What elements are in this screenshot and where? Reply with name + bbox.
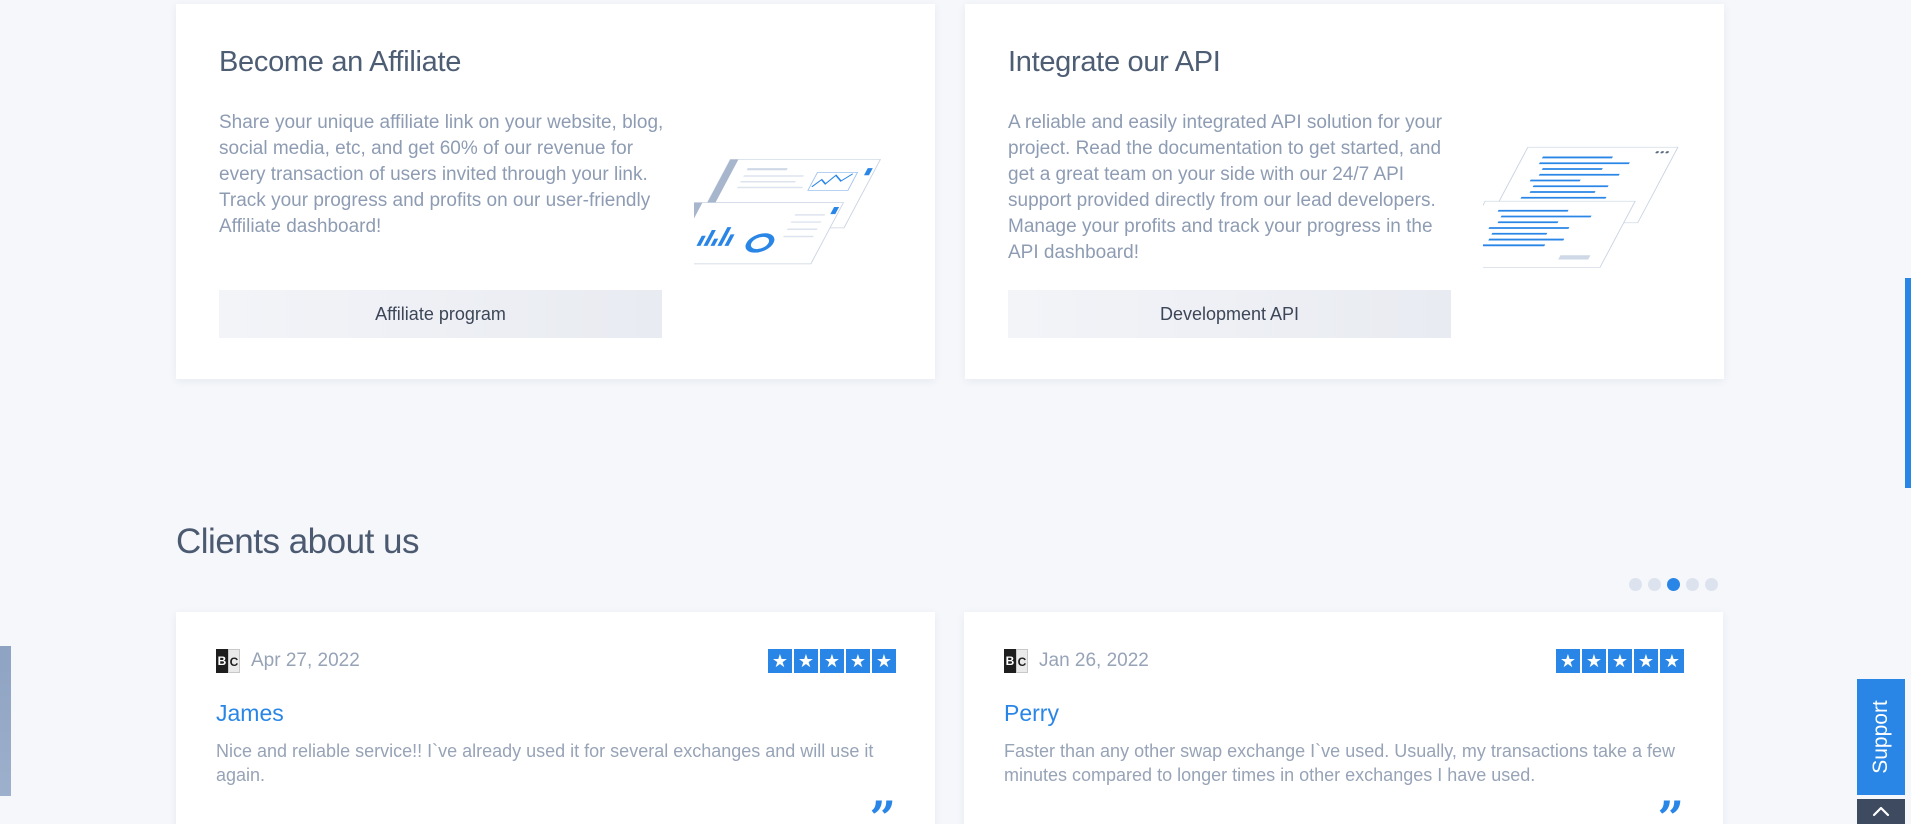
star-icon: ★: [872, 649, 896, 673]
reviewer-logo: B C: [216, 649, 240, 673]
reviewer-name: Perry: [1004, 700, 1059, 726]
quote-icon: ”: [1657, 795, 1684, 824]
pagination-dot-active[interactable]: [1667, 578, 1680, 591]
quote-icon: ”: [869, 795, 896, 824]
pagination-dot[interactable]: [1705, 578, 1718, 591]
star-icon: ★: [1608, 649, 1632, 673]
page-scrollbar-thumb[interactable]: [1905, 278, 1911, 488]
review-card: B C Apr 27, 2022 ★ ★ ★ ★ ★ James Nice an…: [176, 612, 935, 824]
pagination-dot[interactable]: [1648, 578, 1661, 591]
review-date: Jan 26, 2022: [1039, 650, 1149, 671]
review-text: Nice and reliable service!! I`ve already…: [216, 741, 874, 785]
code-documents-illustration-icon: [1483, 146, 1679, 268]
pagination-dot[interactable]: [1629, 578, 1642, 591]
api-card: Integrate our API A reliable and easily …: [965, 4, 1724, 379]
star-icon: ★: [794, 649, 818, 673]
affiliate-description: Share your unique affiliate link on your…: [219, 112, 664, 237]
star-rating: ★ ★ ★ ★ ★: [1556, 649, 1684, 673]
star-icon: ★: [1660, 649, 1684, 673]
affiliate-program-button[interactable]: Affiliate program: [219, 290, 662, 338]
support-button[interactable]: Support: [1857, 679, 1905, 795]
star-icon: ★: [820, 649, 844, 673]
reviewer-name: James: [216, 700, 284, 726]
affiliate-title: Become an Affiliate: [219, 46, 462, 78]
dashboard-illustration-icon: [694, 159, 882, 265]
scroll-to-top-button[interactable]: [1857, 799, 1905, 824]
review-card: B C Jan 26, 2022 ★ ★ ★ ★ ★ Perry Faster …: [964, 612, 1723, 824]
api-description: A reliable and easily integrated API sol…: [1008, 112, 1443, 263]
api-title: Integrate our API: [1008, 46, 1221, 78]
star-icon: ★: [1582, 649, 1606, 673]
logo-letter-b: B: [216, 649, 228, 673]
logo-letter-b: B: [1004, 649, 1016, 673]
reviewer-logo: B C: [1004, 649, 1028, 673]
star-icon: ★: [1634, 649, 1658, 673]
star-icon: ★: [846, 649, 870, 673]
star-icon: ★: [1556, 649, 1580, 673]
review-text: Faster than any other swap exchange I`ve…: [1004, 741, 1676, 785]
support-label: Support: [1869, 700, 1892, 774]
logo-letter-c: C: [228, 649, 240, 673]
affiliate-card: Become an Affiliate Share your unique af…: [176, 4, 935, 379]
star-icon: ★: [768, 649, 792, 673]
development-api-button[interactable]: Development API: [1008, 290, 1451, 338]
clients-section-title: Clients about us: [176, 522, 419, 561]
logo-letter-c: C: [1016, 649, 1028, 673]
star-rating: ★ ★ ★ ★ ★: [768, 649, 896, 673]
pagination-dot[interactable]: [1686, 578, 1699, 591]
left-edge-tab: [0, 646, 11, 796]
reviews-pagination: [1629, 578, 1718, 591]
review-date: Apr 27, 2022: [251, 650, 360, 671]
chevron-up-icon: [1872, 806, 1890, 817]
